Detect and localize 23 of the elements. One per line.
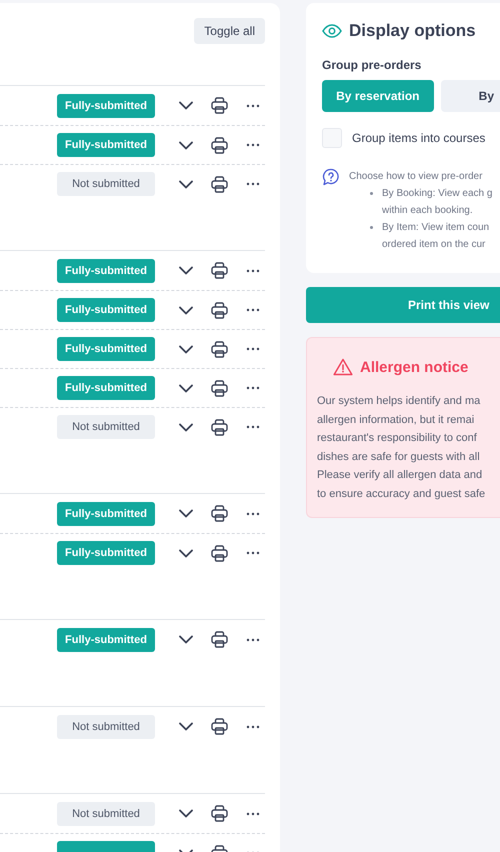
- status-badge: Fully-submitted: [57, 337, 155, 361]
- status-badge: Fully-submitted: [57, 541, 155, 565]
- help-bullet-text: By Booking: View each g within each booking.: [382, 187, 492, 218]
- status-badge: Not submitted: [57, 415, 155, 439]
- status-badge: Fully-submitted: [57, 502, 155, 526]
- checkbox-label: Group items into courses: [352, 131, 486, 145]
- help-bullet-text: By Item: View item coun ordered item on the cur: [382, 221, 490, 252]
- status-badge: Not submitted: [57, 802, 155, 826]
- group-option-tab[interactable]: By: [440, 80, 500, 112]
- panel-title: Display options: [349, 21, 476, 41]
- allergen-text: Our system helps identify and ma allergen information, but it remai restaurant's responsibility to conf dishes are safe for guests with all Please verify all allergen data and to ensure accuracy and guest safe: [317, 394, 486, 502]
- group-label: Group pre-orders: [322, 58, 422, 72]
- toggle-all-button[interactable]: Toggle all: [194, 18, 265, 44]
- status-badge: Not submitted: [57, 172, 155, 196]
- help-text: Choose how to view pre-order: [349, 170, 484, 184]
- status-badge: Not submitted: [57, 714, 155, 738]
- status-badge: Fully-submitted: [57, 258, 155, 282]
- status-badge: Fully-submitted: [57, 94, 155, 118]
- status-badge: Fully-submitted: [57, 628, 155, 652]
- status-badge: Fully-submitted: [57, 298, 155, 322]
- status-badge: Fully-submitted: [57, 376, 155, 400]
- status-badge: Fully-submitted: [57, 133, 155, 157]
- allergen-title: Allergen notice: [360, 358, 468, 376]
